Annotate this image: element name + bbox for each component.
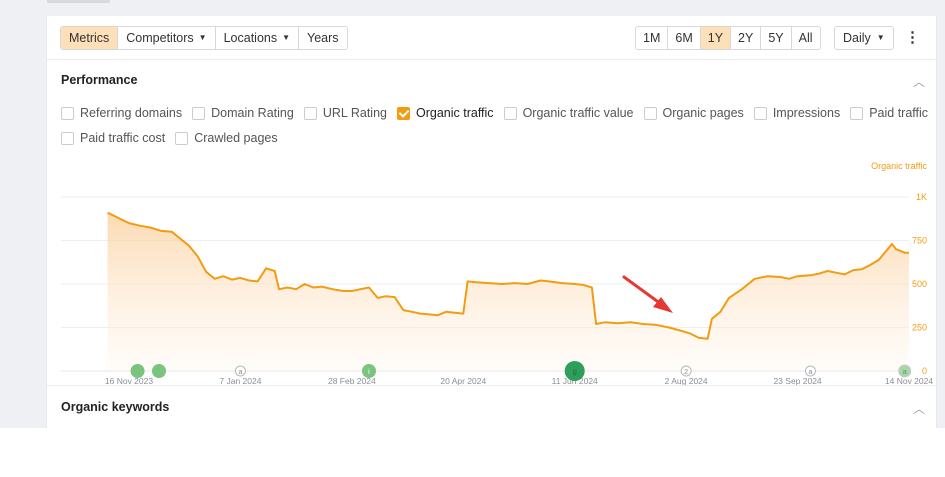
range-5y-button[interactable]: 5Y — [761, 27, 792, 49]
chevron-up-icon[interactable]: ︿ — [913, 73, 925, 90]
metric-label: Domain Rating — [211, 106, 294, 120]
checkbox[interactable] — [850, 106, 864, 120]
chevron-up-icon[interactable]: ︿ — [913, 400, 925, 417]
range-1y-button[interactable]: 1Y — [700, 27, 732, 49]
years-button[interactable]: Years — [299, 27, 347, 49]
metric-label: Impressions — [772, 106, 841, 120]
organic-keywords-title: Organic keywords — [61, 400, 170, 414]
kebab-menu-icon[interactable]: ⋮ — [905, 29, 920, 47]
event-marker-label: g — [573, 367, 577, 376]
metric-domain-rating-toggle[interactable]: Domain Rating — [192, 106, 294, 120]
competitors-button[interactable]: Competitors ▼ — [118, 27, 216, 49]
chevron-down-icon: ▼ — [198, 33, 207, 42]
checkbox[interactable] — [303, 106, 317, 120]
red-arrow-annotation — [622, 275, 673, 313]
y-tick-label: 0 — [922, 366, 927, 376]
checkbox[interactable] — [753, 106, 767, 120]
range-button-group: 1M 6M 1Y 2Y 5Y All — [635, 26, 821, 50]
metric-label: Organic traffic value — [522, 106, 634, 120]
checkbox[interactable] — [192, 106, 206, 120]
event-marker[interactable]: 2 — [680, 365, 692, 377]
interval-dropdown[interactable]: Daily ▼ — [834, 26, 894, 50]
y-tick-label: 1K — [916, 192, 927, 202]
series-legend-label: Organic traffic — [871, 161, 927, 171]
organic-traffic-chart: Organic traffic 02505007501K 16 Nov 2023… — [61, 161, 933, 386]
metrics-button-group: Metrics Competitors ▼ Locations ▼ Years — [60, 26, 348, 50]
metric-impressions-toggle[interactable]: Impressions — [753, 106, 841, 120]
checkbox[interactable] — [396, 106, 410, 120]
checkbox[interactable] — [61, 106, 74, 120]
event-marker[interactable]: i — [362, 364, 376, 378]
metric-checkbox-row: Referring domains Domain Rating URL Rating… — [61, 106, 938, 120]
metric-label: Paid traffic — [869, 106, 929, 120]
y-tick-label: 250 — [912, 323, 927, 333]
chevron-down-icon: ▼ — [876, 33, 885, 42]
section-divider — [47, 385, 938, 386]
metric-organic-pages-toggle[interactable]: Organic pages — [643, 106, 744, 120]
organic-traffic-area — [107, 212, 910, 371]
y-tick-label: 750 — [912, 236, 927, 246]
event-marker[interactable] — [152, 364, 166, 378]
event-marker[interactable]: a — [898, 364, 912, 378]
event-marker[interactable]: a — [804, 365, 816, 377]
metric-label: Organic traffic — [415, 106, 494, 120]
metric-label: Organic pages — [662, 106, 744, 120]
chart-toolbar: Metrics Competitors ▼ Locations ▼ Years 1M 6M 1… — [47, 16, 938, 60]
metric-organic-traffic-value-toggle[interactable]: Organic traffic value — [503, 106, 634, 120]
years-label: Years — [307, 31, 339, 45]
locations-button[interactable]: Locations ▼ — [215, 27, 300, 49]
competitors-label: Competitors — [126, 31, 194, 45]
metric-organic-traffic-toggle[interactable]: Organic traffic — [396, 106, 494, 120]
metric-crawled-pages-toggle[interactable]: Crawled pages — [175, 131, 278, 145]
metric-label: Referring domains — [80, 106, 183, 120]
range-all-button[interactable]: All — [791, 27, 820, 49]
range-1m-button[interactable]: 1M — [636, 27, 669, 49]
interval-label: Daily — [843, 31, 871, 45]
event-marker-label: 2 — [684, 367, 688, 376]
performance-title: Performance — [61, 73, 138, 87]
event-marker[interactable]: a — [234, 365, 246, 377]
checkbox[interactable] — [503, 106, 517, 120]
event-marker[interactable] — [130, 364, 145, 378]
metric-paid-traffic-cost-toggle[interactable]: Paid traffic cost — [61, 131, 165, 145]
metric-referring-domains-toggle[interactable]: Referring domains — [61, 106, 182, 120]
checkbox[interactable] — [175, 131, 189, 145]
metric-label: URL Rating — [322, 106, 387, 120]
top-tab-stub — [47, 0, 110, 3]
locations-label: Locations — [223, 31, 278, 45]
metric-paid-traffic-toggle[interactable]: Paid traffic — [850, 106, 928, 120]
event-marker[interactable]: g — [564, 361, 585, 381]
range-6m-button[interactable]: 6M — [668, 27, 701, 49]
metric-checkbox-row: Paid traffic cost Crawled pages — [61, 131, 288, 145]
metrics-label: Metrics — [69, 31, 110, 45]
metric-url-rating-toggle[interactable]: URL Rating — [303, 106, 387, 120]
checkbox[interactable] — [643, 106, 657, 120]
range-2y-button[interactable]: 2Y — [731, 27, 762, 49]
metric-label: Crawled pages — [194, 131, 278, 145]
chevron-down-icon: ▼ — [282, 33, 291, 42]
checkbox[interactable] — [61, 131, 74, 145]
performance-card: Metrics Competitors ▼ Locations ▼ Years 1M 6M 1… — [46, 16, 938, 428]
y-tick-label: 500 — [912, 279, 927, 289]
metrics-button[interactable]: Metrics — [61, 27, 119, 49]
metric-label: Paid traffic cost — [80, 131, 166, 145]
